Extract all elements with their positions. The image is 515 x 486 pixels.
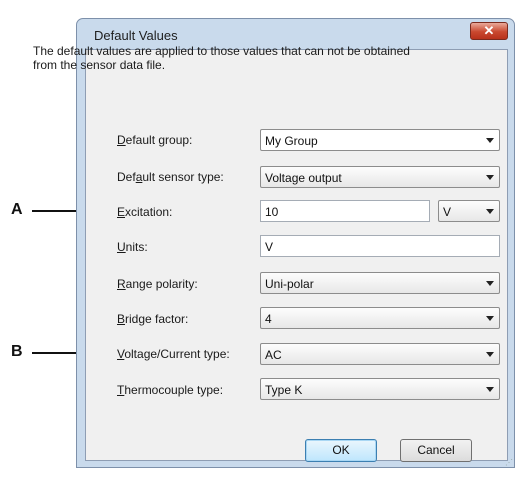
chevron-down-icon (486, 281, 494, 286)
voltage-current-type-label: Voltage/Current type: (117, 347, 230, 361)
default-sensor-type-combo[interactable]: Voltage output (260, 166, 500, 188)
chevron-down-icon (486, 138, 494, 143)
units-label: Units: (117, 240, 148, 254)
thermocouple-type-value: Type K (265, 383, 303, 397)
close-button[interactable]: ✕ (470, 22, 508, 40)
default-group-value: My Group (265, 134, 318, 148)
excitation-label: Excitation: (117, 205, 173, 219)
voltage-current-type-combo[interactable]: AC (260, 343, 500, 365)
chevron-down-icon (486, 387, 494, 392)
chevron-down-icon (486, 316, 494, 321)
resize-grip-icon[interactable]: ⋰ (505, 458, 513, 467)
excitation-unit-combo[interactable]: V (438, 200, 500, 222)
dialog-title: Default Values (94, 28, 178, 43)
cancel-button[interactable]: Cancel (400, 439, 472, 462)
chevron-down-icon (486, 209, 494, 214)
callout-a-letter: A (11, 201, 23, 218)
thermocouple-type-label: Thermocouple type: (117, 383, 224, 397)
default-group-combo[interactable]: My Group (260, 129, 500, 151)
close-icon: ✕ (483, 23, 495, 38)
default-sensor-type-value: Voltage output (265, 171, 342, 185)
excitation-input[interactable]: 10 (260, 200, 430, 222)
chevron-down-icon (486, 175, 494, 180)
dialog-description: The default values are applied to those … (33, 44, 410, 72)
bridge-factor-combo[interactable]: 4 (260, 307, 500, 329)
units-input[interactable]: V (260, 235, 500, 257)
chevron-down-icon (486, 352, 494, 357)
voltage-current-type-value: AC (265, 348, 282, 362)
default-sensor-type-label: Default sensor type: (117, 170, 224, 184)
ok-button[interactable]: OK (305, 439, 377, 462)
bridge-factor-value: 4 (265, 312, 272, 326)
range-polarity-combo[interactable]: Uni-polar (260, 272, 500, 294)
thermocouple-type-combo[interactable]: Type K (260, 378, 500, 400)
range-polarity-value: Uni-polar (265, 277, 314, 291)
callout-b-letter: B (11, 343, 23, 360)
excitation-unit-value: V (443, 205, 452, 219)
default-group-label: Default group: (117, 133, 193, 147)
bridge-factor-label: Bridge factor: (117, 312, 189, 326)
range-polarity-label: Range polarity: (117, 277, 198, 291)
